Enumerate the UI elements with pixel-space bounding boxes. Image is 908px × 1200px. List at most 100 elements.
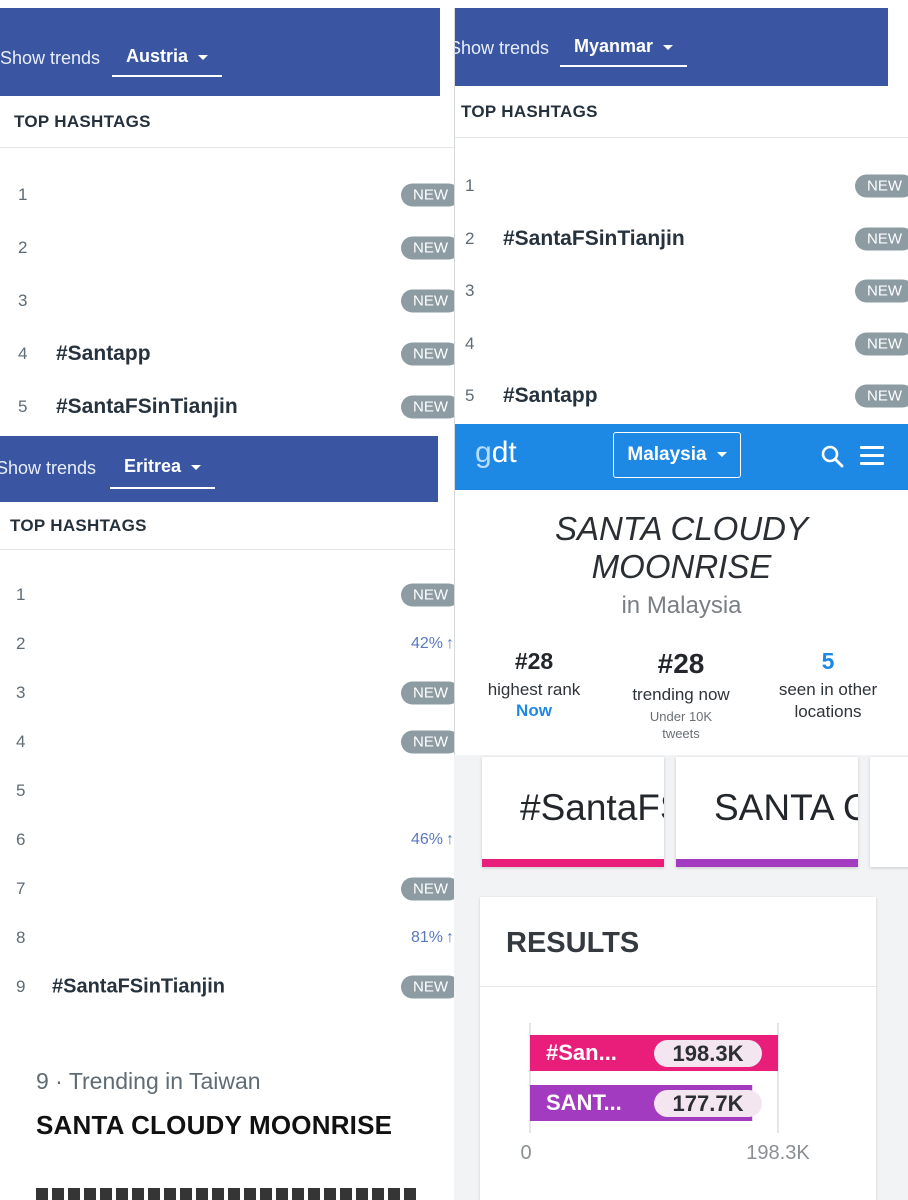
trending-location-label: 9 · Trending in Taiwan [36,1068,261,1094]
show-trends-label: Show trends [0,48,101,68]
hashtag-row[interactable]: 4 NEW [0,717,454,766]
hashtag-row[interactable]: 5 #Santapp NEW [455,370,908,423]
arrow-up-icon: ↑ [446,830,454,848]
hashtag-row[interactable]: 4 #Santapp NEW [0,327,454,380]
rank-number: 5 [465,386,475,406]
new-badge: NEW [855,227,908,251]
rank-number: 5 [18,396,28,416]
caret-down-icon [716,452,727,458]
hashtag-row[interactable]: 1 NEW [0,570,454,619]
hashtag-row[interactable]: 1 NEW [455,160,908,213]
new-badge: NEW [401,730,454,753]
hashtag-row[interactable]: 2 #SantaFSinTianjin NEW [455,213,908,266]
search-icon[interactable] [820,444,844,468]
card-color-stripe [482,859,664,867]
hashtag-row[interactable]: 5 [0,766,454,815]
austria-trends-panel: Show trends Austria TOP HASHTAGS 1 NEW 2 NE… [0,8,454,436]
country-name: Austria [126,46,189,66]
trend-card[interactable]: SANTA C [676,757,858,867]
myanmar-country-dropdown[interactable]: Myanmar [560,36,688,67]
show-trends-label: Show trends [454,38,550,58]
rank-number: 2 [18,237,28,257]
hashtag-row[interactable]: 2 42% ↑ [0,619,454,668]
eritrea-trends-panel: Show trends Eritrea TOP HASHTAGS 1 NEW 2 42… [0,436,454,1016]
myanmar-trends-panel: Show trends Myanmar TOP HASHTAGS 1 NEW 2 #S… [454,8,908,424]
new-badge: NEW [855,174,908,198]
rank-number: 9 [16,976,26,996]
gdt-trend-panel: gdt Malaysia SANTA CLOUDY MOONRISE in Ma… [454,424,908,755]
section-title: TOP HASHTAGS [14,112,151,131]
eritrea-country-dropdown[interactable]: Eritrea [110,456,216,489]
hashtag-card[interactable]: #SantaFS [482,757,664,867]
rank-number: 7 [16,878,26,898]
eritrea-topbar: Show trends Eritrea [0,436,438,502]
new-badge: NEW [401,236,454,259]
country-select-button[interactable]: Malaysia [613,432,741,478]
rank-number: 3 [465,281,475,301]
rank-number: 4 [465,333,475,353]
new-badge: NEW [401,583,454,606]
other-locations-stat[interactable]: 5 seen in other locations [753,648,903,723]
hashtag-text[interactable]: #Santapp [56,342,151,366]
trend-change-percent: 46% ↑ [410,830,454,848]
country-name: Myanmar [574,36,654,56]
hashtag-row[interactable]: 8 81% ↑ [0,913,454,962]
hashtag-text[interactable]: #SantaFSinTianjin [503,227,685,251]
new-badge: NEW [401,681,454,704]
card-label: SANTA C [714,787,858,828]
top-hashtags-heading: TOP HASHTAGS [0,504,454,550]
new-badge: NEW [401,877,454,900]
new-badge: NEW [855,384,908,408]
austria-topbar: Show trends Austria [0,8,440,96]
card-color-stripe [676,859,858,867]
top-hashtags-heading: TOP HASHTAGS [455,88,908,138]
trend-change-percent: 42% ↑ [410,634,454,652]
hashtag-text[interactable]: #SantaFSinTianjin [52,975,225,998]
trend-title: SANTA CLOUDY MOONRISE [554,510,809,585]
bar-category-label: SANT... [546,1090,622,1115]
hamburger-menu-icon[interactable] [860,446,884,466]
gdt-header: gdt Malaysia [455,424,908,490]
rank-number: 5 [16,780,26,800]
hashtag-row[interactable]: 3 NEW [455,265,908,318]
hashtag-row[interactable]: 3 NEW [0,668,454,717]
caret-down-icon [663,44,674,50]
rank-number: 3 [16,682,26,702]
arrow-up-icon: ↑ [446,634,454,652]
myanmar-topbar: Show trends Myanmar [455,8,888,86]
bar-category-label: #San... [546,1040,617,1065]
rank-number: 1 [465,176,475,196]
rank-number: 3 [18,290,28,310]
hashtag-text[interactable]: #Santapp [503,384,598,408]
top-hashtags-heading: TOP HASHTAGS [0,98,454,148]
x-tick-label: 0 [520,1142,531,1164]
more-card[interactable] [870,757,908,867]
trending-now-stat: #28 trending now Under 10K tweets [632,648,730,741]
rank-number: 4 [18,343,28,363]
hashtag-row[interactable]: 1 NEW [0,168,454,221]
rank-number: 2 [16,633,26,653]
hashtag-text[interactable]: #SantaFSinTianjin [56,395,238,419]
caret-down-icon [191,464,202,470]
results-bar-chart: #San... 198.3K SANT... 177.7K 0 198.3K [520,1023,810,1164]
results-title: RESULTS [506,927,640,959]
hashtag-row[interactable]: 6 46% ↑ [0,815,454,864]
cut-off-text [36,1188,416,1200]
hashtag-row[interactable]: 3 NEW [0,274,454,327]
hashtag-row[interactable]: 4 NEW [455,318,908,371]
austria-country-dropdown[interactable]: Austria [112,46,223,77]
rank-number: 8 [16,927,26,947]
section-title: TOP HASHTAGS [10,516,147,535]
gdt-logo[interactable]: gdt [475,436,517,470]
highest-rank-stat: #28 highest rank Now [487,648,581,720]
x-tick-label: 198.3K [746,1142,810,1164]
hashtag-row[interactable]: 7 NEW [0,864,454,913]
hashtag-row[interactable]: 5 #SantaFSinTianjin NEW [0,380,454,433]
hashtag-row[interactable]: 2 NEW [0,221,454,274]
bar-value-label: 177.7K [673,1091,744,1116]
trending-topic-title[interactable]: SANTA CLOUDY MOONRISE [36,1110,392,1141]
country-name: Eritrea [124,456,182,476]
hashtag-row[interactable]: 9 #SantaFSinTianjin NEW [0,962,454,1011]
section-title: TOP HASHTAGS [461,102,598,121]
show-trends-label: Show trends [0,458,97,478]
